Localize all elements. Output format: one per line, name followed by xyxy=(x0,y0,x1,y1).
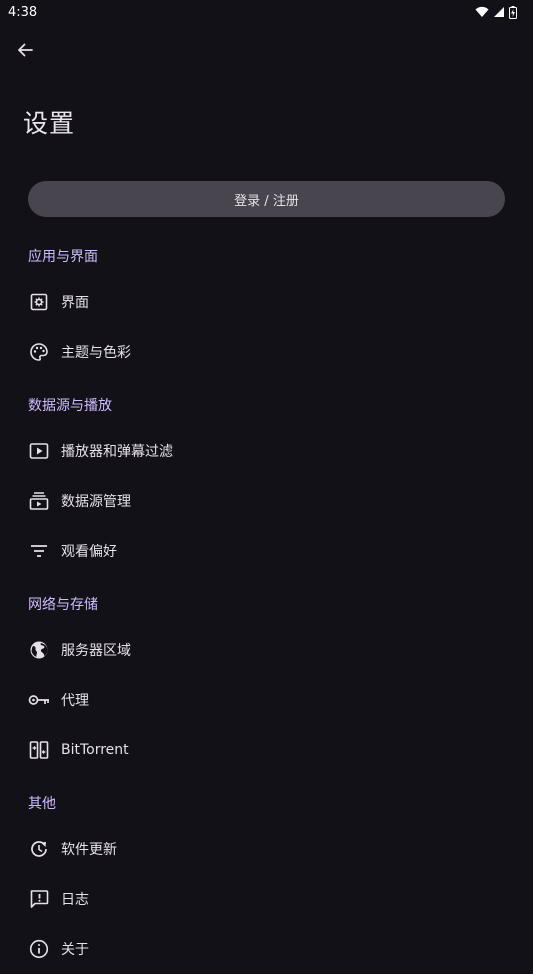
settings-item-bittorrent[interactable]: BitTorrent xyxy=(0,725,533,775)
status-icons xyxy=(475,5,517,19)
settings-item-label: 服务器区域 xyxy=(61,643,131,659)
settings-item-theme[interactable]: 主题与色彩 xyxy=(0,327,533,377)
globe-icon xyxy=(28,639,50,661)
section-header-other: 其他 xyxy=(28,796,56,812)
settings-item-log[interactable]: 日志 xyxy=(0,874,533,924)
info-icon xyxy=(28,938,50,960)
update-icon xyxy=(28,838,50,860)
palette-icon xyxy=(28,341,50,363)
back-button[interactable] xyxy=(10,34,40,66)
settings-item-label: 代理 xyxy=(61,693,89,709)
section-header-app: 应用与界面 xyxy=(28,249,98,265)
settings-item-preferences[interactable]: 观看偏好 xyxy=(0,526,533,576)
page-title: 设置 xyxy=(23,109,76,138)
settings-item-label: 数据源管理 xyxy=(61,494,131,510)
filter-list-icon xyxy=(28,540,50,562)
key-icon xyxy=(28,689,50,711)
settings-item-region[interactable]: 服务器区域 xyxy=(0,625,533,675)
settings-item-label: 播放器和弹幕过滤 xyxy=(61,444,173,460)
status-time: 4:38 xyxy=(8,4,38,20)
transfer-icon xyxy=(28,739,50,761)
settings-item-about[interactable]: 关于 xyxy=(0,924,533,974)
signal-icon xyxy=(493,6,505,18)
battery-icon xyxy=(509,5,517,19)
status-bar: 4:38 xyxy=(0,0,533,24)
settings-item-label: 界面 xyxy=(61,295,89,311)
play-box-icon xyxy=(28,440,50,462)
login-register-button[interactable]: 登录 / 注册 xyxy=(28,181,505,217)
subscriptions-icon xyxy=(28,490,50,512)
settings-item-sources[interactable]: 数据源管理 xyxy=(0,476,533,526)
settings-item-player-filter[interactable]: 播放器和弹幕过滤 xyxy=(0,426,533,476)
section-header-network: 网络与存储 xyxy=(28,597,98,613)
settings-box-icon xyxy=(28,291,50,313)
top-app-bar xyxy=(0,30,533,70)
settings-item-proxy[interactable]: 代理 xyxy=(0,675,533,725)
settings-item-label: 软件更新 xyxy=(61,842,117,858)
section-header-source: 数据源与播放 xyxy=(28,398,112,414)
settings-item-label: BitTorrent xyxy=(61,742,129,758)
settings-item-label: 日志 xyxy=(61,892,89,908)
settings-item-interface[interactable]: 界面 xyxy=(0,277,533,327)
settings-item-update[interactable]: 软件更新 xyxy=(0,824,533,874)
feedback-icon xyxy=(28,888,50,910)
settings-item-label: 主题与色彩 xyxy=(61,345,131,361)
settings-item-label: 观看偏好 xyxy=(61,544,117,560)
arrow-back-icon xyxy=(16,41,34,59)
settings-item-label: 关于 xyxy=(61,942,89,958)
wifi-icon xyxy=(475,6,489,18)
